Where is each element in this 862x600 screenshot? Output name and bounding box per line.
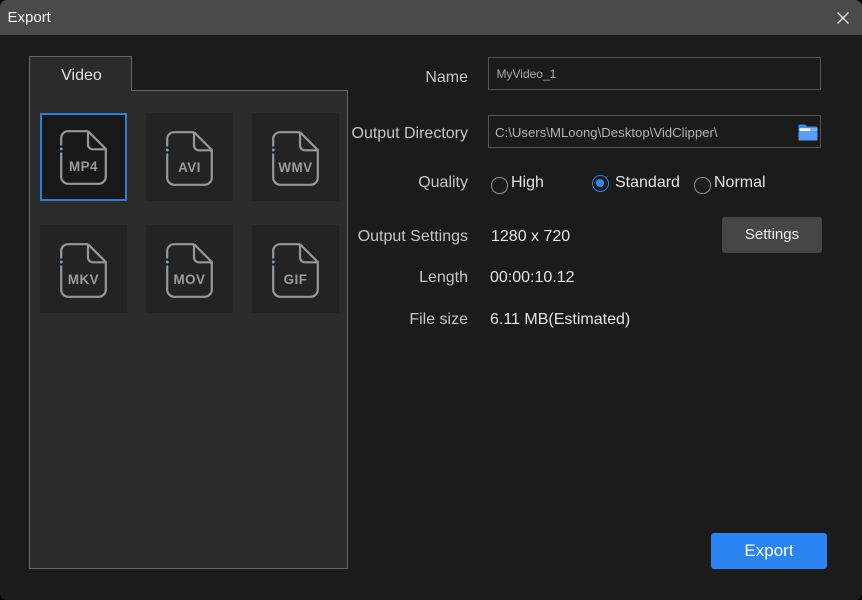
svg-text:WMV: WMV: [278, 160, 312, 175]
svg-text:MP4: MP4: [69, 159, 98, 174]
svg-text:MKV: MKV: [68, 272, 99, 287]
svg-text:AVI: AVI: [178, 160, 201, 175]
svg-text:GIF: GIF: [284, 272, 308, 287]
svg-text:MOV: MOV: [173, 272, 205, 287]
